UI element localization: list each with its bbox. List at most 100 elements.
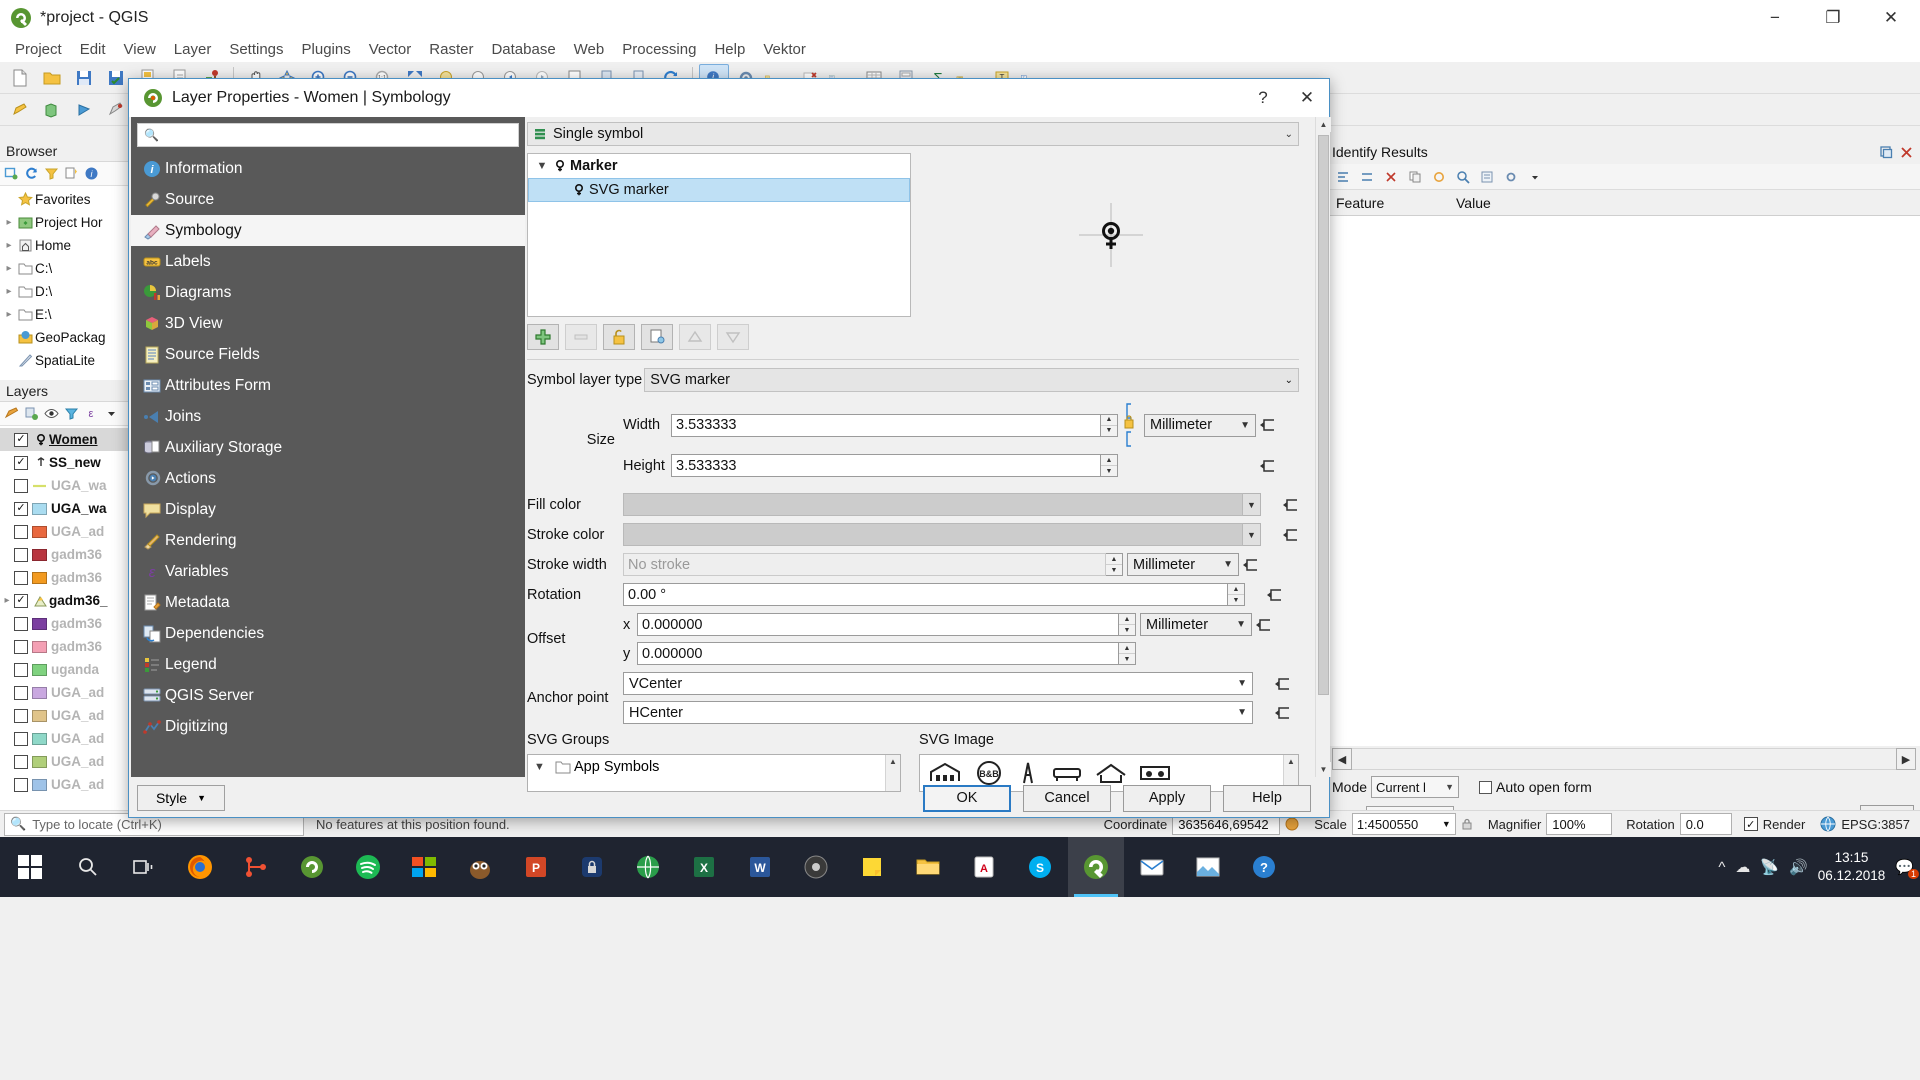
magnifier-value[interactable]: 100% [1546, 813, 1613, 835]
sidebar-item-digitizing[interactable]: Digitizing [131, 711, 525, 742]
sidebar-item-diagrams[interactable]: Diagrams [131, 277, 525, 308]
render-checkbox[interactable]: ✓ [1743, 817, 1758, 831]
height-spinner[interactable]: ▲ ▼ [1101, 454, 1118, 477]
menu-item-edit[interactable]: Edit [71, 38, 115, 61]
rotation-value[interactable]: 0.0 [1679, 813, 1732, 835]
offset-y-data-defined-override[interactable] [1252, 643, 1274, 665]
layer-visibility-checkbox[interactable] [14, 731, 28, 746]
volume-icon[interactable]: 🔊 [1789, 858, 1808, 876]
mode-combobox[interactable]: Current l ▼ [1371, 776, 1460, 798]
menu-item-help[interactable]: Help [705, 38, 754, 61]
symbol-layer-row[interactable]: ▼ Marker [528, 154, 910, 178]
excel-icon[interactable]: X [676, 837, 732, 897]
spin-down-icon[interactable]: ▼ [1119, 654, 1135, 664]
menu-item-settings[interactable]: Settings [220, 38, 292, 61]
spin-up-icon[interactable]: ▲ [1119, 643, 1135, 654]
expand-arrow-icon[interactable]: ▸ [2, 286, 16, 297]
menu-item-vektor[interactable]: Vektor [754, 38, 815, 61]
expand-all-icon[interactable] [1332, 166, 1354, 188]
browser-item-e[interactable]: ▸ E:\ [0, 303, 128, 326]
cancel-button[interactable]: Cancel [1023, 784, 1111, 812]
action-center-icon[interactable]: 💬 1 [1895, 858, 1919, 879]
width-data-defined-override[interactable] [1256, 414, 1278, 436]
qgis-taskbar-icon-active[interactable] [1068, 837, 1124, 897]
spin-up-icon[interactable]: ▲ [1228, 584, 1244, 595]
menu-item-processing[interactable]: Processing [613, 38, 705, 61]
zoom-to-feature-icon[interactable] [1452, 166, 1474, 188]
height-input[interactable]: 3.533333 [671, 454, 1101, 477]
spin-up-icon[interactable]: ▲ [1119, 614, 1135, 625]
mail-icon[interactable] [1124, 837, 1180, 897]
skype-icon[interactable]: S [1012, 837, 1068, 897]
sidebar-item-auxiliary-storage[interactable]: Auxiliary Storage [131, 432, 525, 463]
menu-item-plugins[interactable]: Plugins [293, 38, 360, 61]
menu-item-database[interactable]: Database [482, 38, 564, 61]
symbol-layer-row[interactable]: SVG marker [528, 178, 910, 202]
layer-item[interactable]: ✓ SS_new [0, 451, 128, 474]
layer-item[interactable]: ▸ ✓ gadm36_ [0, 589, 128, 612]
git-icon[interactable] [228, 837, 284, 897]
stroke-width-input[interactable]: No stroke [623, 553, 1106, 576]
sidebar-item-actions[interactable]: Actions [131, 463, 525, 494]
powerpoint-icon[interactable]: P [508, 837, 564, 897]
form-icon[interactable] [1476, 166, 1498, 188]
lastpass-icon[interactable] [564, 837, 620, 897]
layer-visibility-checkbox[interactable]: ✓ [14, 501, 28, 516]
layer-visibility-checkbox[interactable] [14, 616, 28, 631]
style-icon[interactable] [3, 405, 20, 422]
expand-arrow-icon[interactable]: ▸ [2, 263, 16, 274]
dialog-help-button[interactable]: ? [1241, 79, 1285, 117]
layer-visibility-checkbox[interactable]: ✓ [14, 593, 28, 608]
layer-item[interactable]: UGA_wa [0, 474, 128, 497]
adobe-reader-icon[interactable]: A [956, 837, 1012, 897]
layer-visibility-checkbox[interactable] [14, 754, 28, 769]
filter-icon[interactable] [43, 165, 60, 182]
symbol-layer-tree[interactable]: ▼ Marker SVG marker [527, 153, 911, 317]
microsoft-store-icon[interactable] [396, 837, 452, 897]
stroke-width-data-defined-override[interactable] [1239, 554, 1261, 576]
layer-item[interactable]: UGA_ad [0, 681, 128, 704]
layer-item[interactable]: UGA_ad [0, 773, 128, 796]
add-wfs-layer-button[interactable] [69, 96, 99, 124]
scroll-up-icon[interactable]: ▲ [1287, 757, 1295, 766]
stroke-color-swatch[interactable] [623, 523, 1243, 546]
expand-arrow-icon[interactable]: ▸ [2, 595, 12, 606]
scroll-right-button[interactable]: ▶ [1896, 748, 1916, 770]
duplicate-layer-button[interactable] [641, 324, 673, 350]
menu-item-raster[interactable]: Raster [420, 38, 482, 61]
menu-item-project[interactable]: Project [6, 38, 71, 61]
apply-button[interactable]: Apply [1123, 784, 1211, 812]
layer-item[interactable]: gadm36 [0, 635, 128, 658]
scroll-left-button[interactable]: ◀ [1332, 748, 1352, 770]
stroke-color-data-defined-override[interactable] [1279, 524, 1301, 546]
copy-icon[interactable] [1404, 166, 1426, 188]
width-input[interactable]: 3.533333 [671, 413, 1101, 437]
anchor-vertical-data-defined-override[interactable] [1271, 673, 1293, 695]
network-icon[interactable]: 📡 [1760, 858, 1779, 876]
layers-tree[interactable]: ✓ Women ✓ SS_new UGA_wa ✓ UGA_wa UGA_ad gadm36 ga… [0, 426, 128, 798]
scroll-up-button[interactable]: ▲ [1316, 117, 1331, 132]
layer-item[interactable]: gadm36 [0, 543, 128, 566]
rotation-spinner[interactable]: ▲ ▼ [1228, 583, 1245, 606]
collapse-all-icon[interactable] [1356, 166, 1378, 188]
spotify-icon[interactable] [340, 837, 396, 897]
sidebar-item-legend[interactable]: Legend [131, 649, 525, 680]
symbol-layer-type-combobox[interactable]: SVG marker ⌄ [644, 368, 1299, 392]
lock-layer-button[interactable] [603, 324, 635, 350]
lock-scale-icon[interactable] [1460, 817, 1474, 831]
rotation-input[interactable]: 0.00 ° [623, 583, 1228, 606]
browser-icon[interactable] [620, 837, 676, 897]
auto-open-form-checkbox[interactable] [1479, 780, 1493, 794]
layer-item[interactable]: ✓ UGA_wa [0, 497, 128, 520]
layer-item[interactable]: UGA_ad [0, 750, 128, 773]
browser-item-d[interactable]: ▸ D:\ [0, 280, 128, 303]
visibility-icon[interactable] [43, 405, 60, 422]
rotation-data-defined-override[interactable] [1263, 584, 1285, 606]
browser-tree[interactable]: Favorites ▸ Project Hor ▸ Home ▸ C:\ ▸ D:\ ▸ E:\ Ge… [0, 186, 128, 374]
offset-x-spinner[interactable]: ▲ ▼ [1119, 613, 1136, 636]
layer-visibility-checkbox[interactable]: ✓ [14, 432, 28, 447]
add-group-icon[interactable] [23, 405, 40, 422]
chevron-down-icon[interactable]: ▼ [534, 761, 552, 773]
sidebar-search-box[interactable]: 🔍 [137, 123, 519, 147]
svg-group-root-row[interactable]: ▼ App Symbols [528, 755, 885, 779]
